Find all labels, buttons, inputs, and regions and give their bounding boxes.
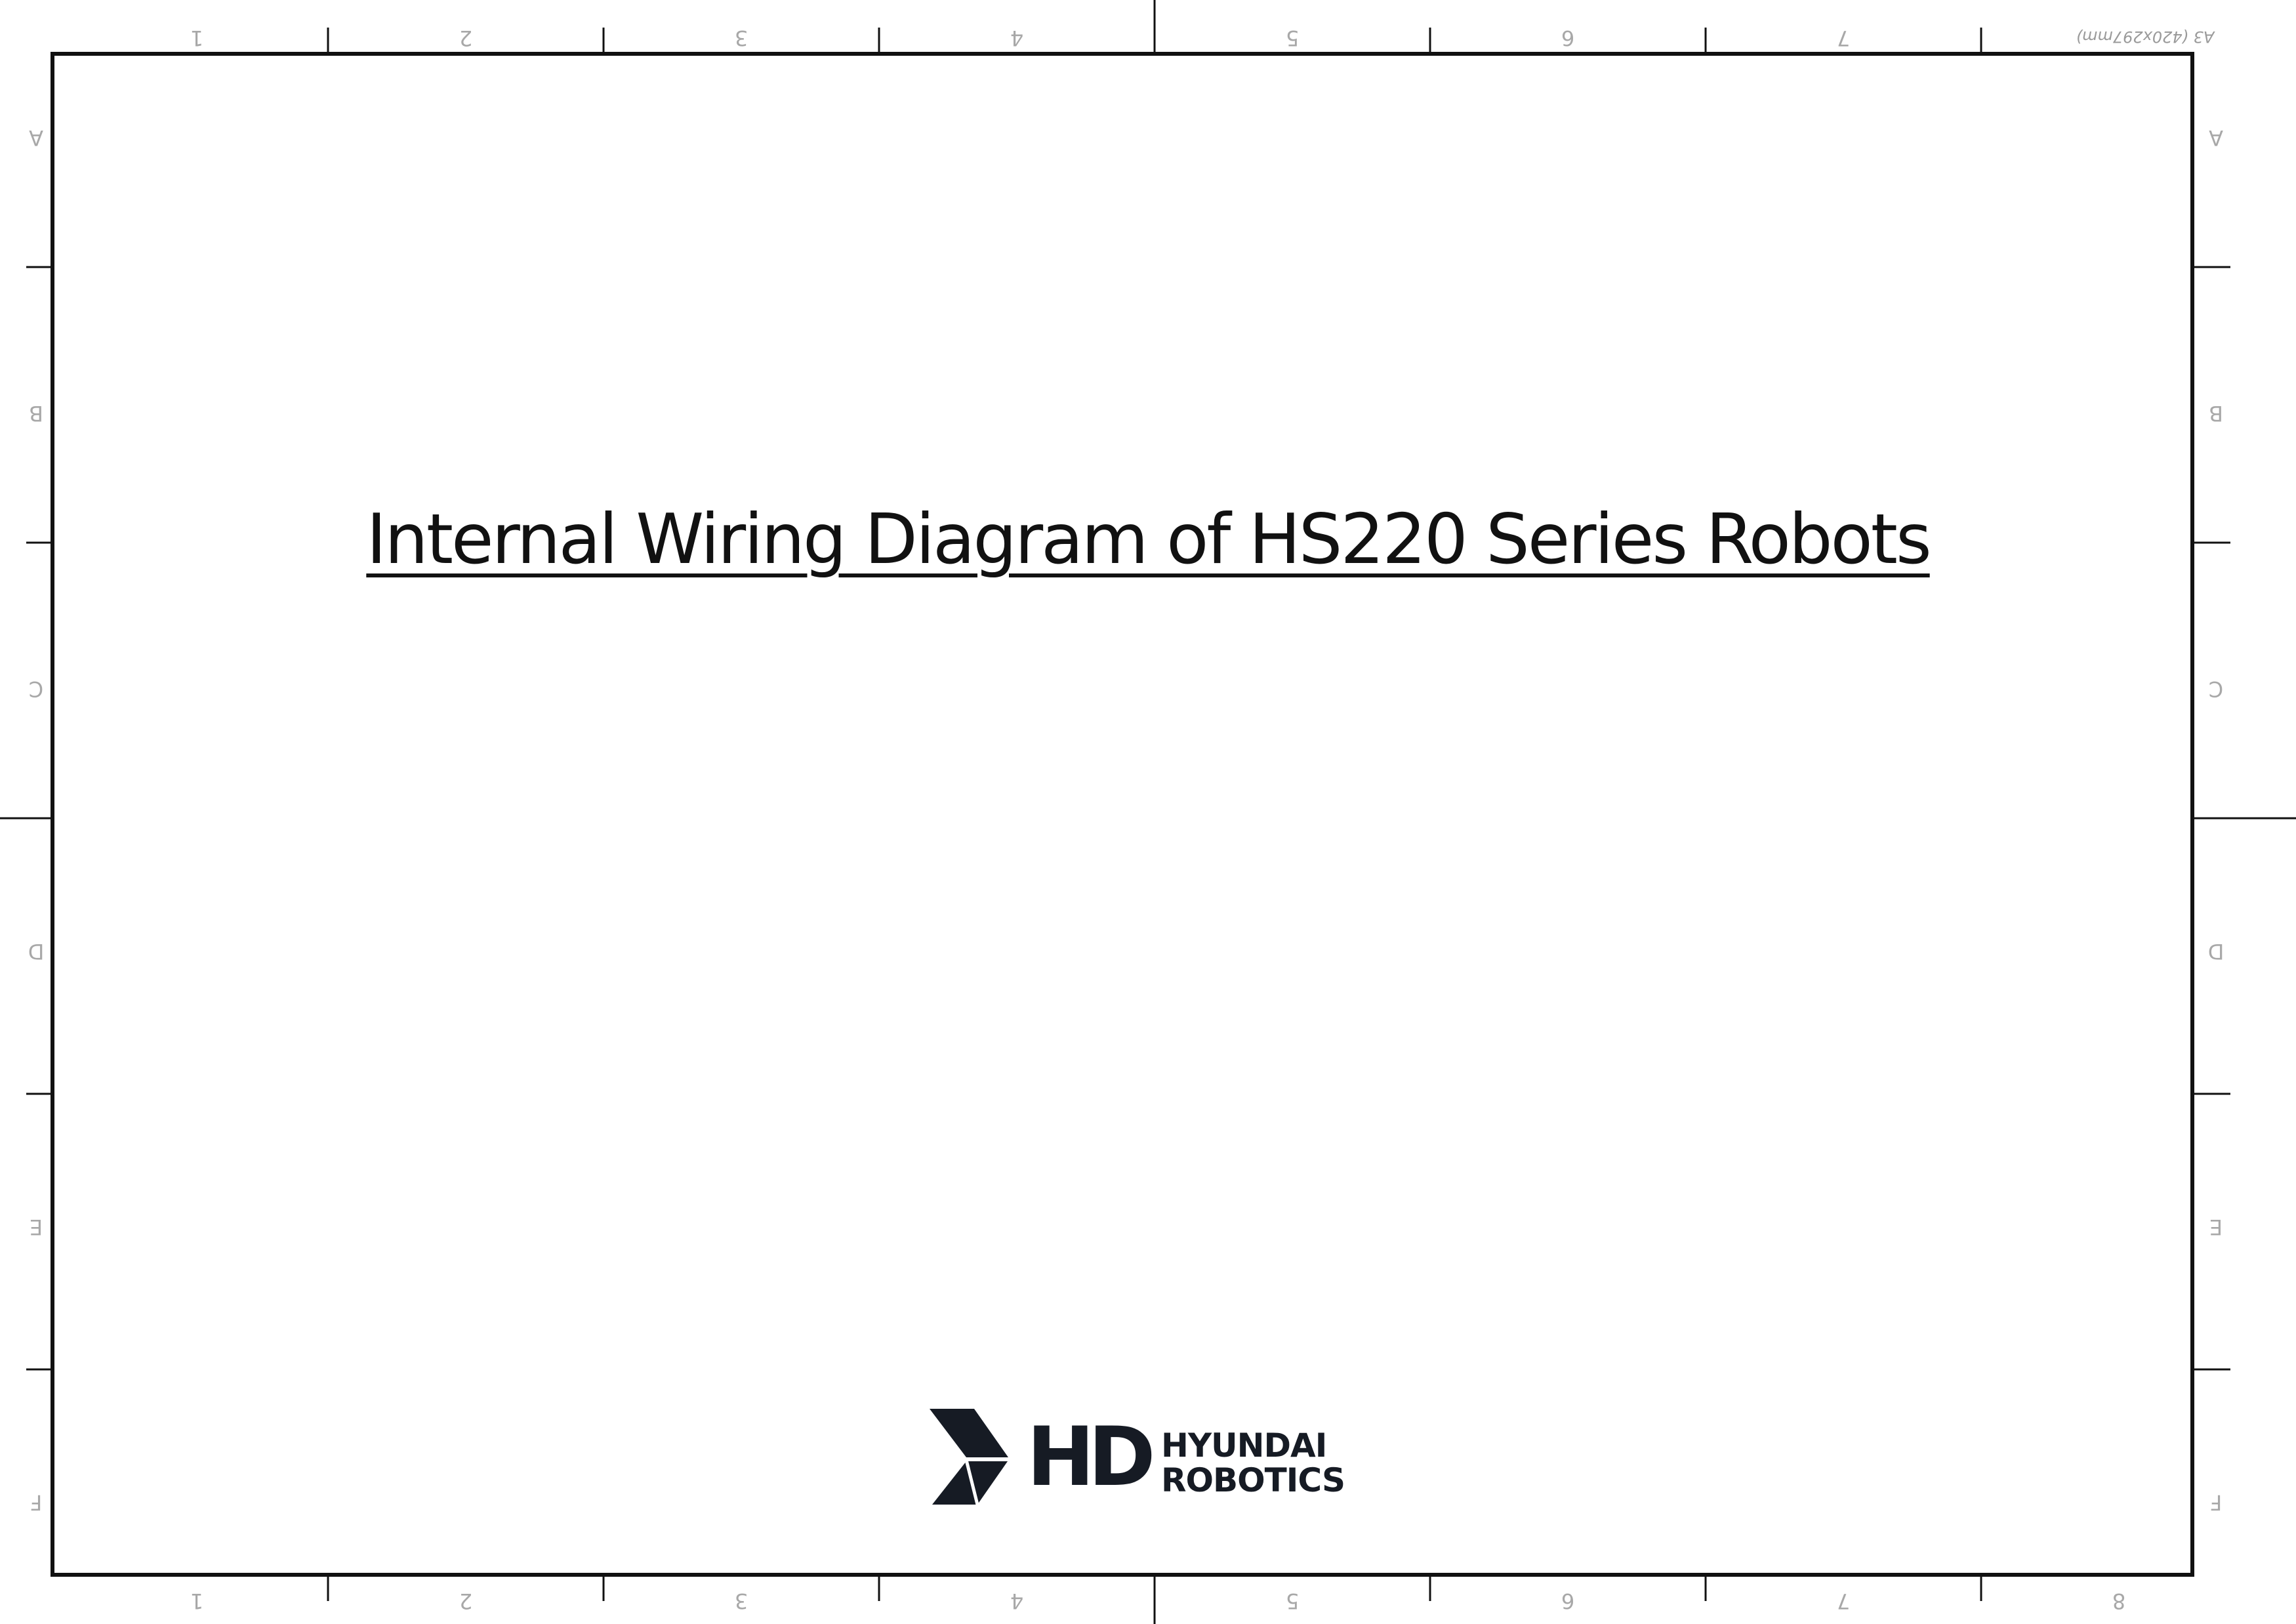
row-label-right: E [2209,1215,2223,1239]
row-label-left: A [29,125,43,150]
column-label-top: 4 [1010,26,1024,51]
brand-line-hyundai: HYUNDAI [1161,1426,1327,1465]
row-label-left: E [29,1215,43,1239]
row-label-right: A [2209,125,2223,150]
sheet-size-label: A3 (420x297mm) [2076,28,2215,46]
row-label-left: B [29,401,43,426]
row-label-right: C [2208,677,2224,701]
column-label-bottom: 4 [1010,1589,1024,1614]
row-label-left: D [28,939,45,964]
column-label-top: 1 [190,26,204,51]
column-label-bottom: 2 [459,1589,473,1614]
column-label-top: 7 [1836,26,1851,51]
column-label-top: 6 [1561,26,1575,51]
row-label-right: D [2207,939,2224,964]
row-label-right: F [2209,1490,2223,1515]
brand-line-robotics: ROBOTICS [1161,1461,1345,1499]
column-label-bottom: 8 [2112,1589,2126,1614]
brand-wordmark-hd: HD [1027,1410,1156,1505]
document-title: Internal Wiring Diagram of HS220 Series … [0,493,2296,585]
drawing-sheet: 1 1 2 2 3 3 4 4 5 5 6 6 7 7 8 A A B B C C D D E E F F A3 (420x297m… [0,0,2296,1624]
zone-ticks [0,0,2296,1624]
border-rectangle [51,52,2194,1577]
column-label-bottom: 5 [1285,1589,1300,1614]
row-label-right: B [2209,401,2223,426]
hyundai-robotics-logo: HD HYUNDAI ROBOTICS [928,1407,1348,1506]
row-label-left: F [30,1490,43,1515]
column-label-top: 5 [1285,26,1300,51]
column-label-bottom: 3 [734,1589,748,1614]
column-label-bottom: 6 [1561,1589,1575,1614]
document-title-text: Internal Wiring Diagram of HS220 Series … [366,499,1931,579]
column-label-bottom: 7 [1836,1589,1851,1614]
brand-mark-icon [930,1409,1008,1505]
column-label-top: 3 [734,26,748,51]
column-label-bottom: 1 [190,1589,204,1614]
row-label-left: C [28,677,44,701]
sheet-frame [0,0,2296,1624]
column-label-top: 2 [459,26,473,51]
